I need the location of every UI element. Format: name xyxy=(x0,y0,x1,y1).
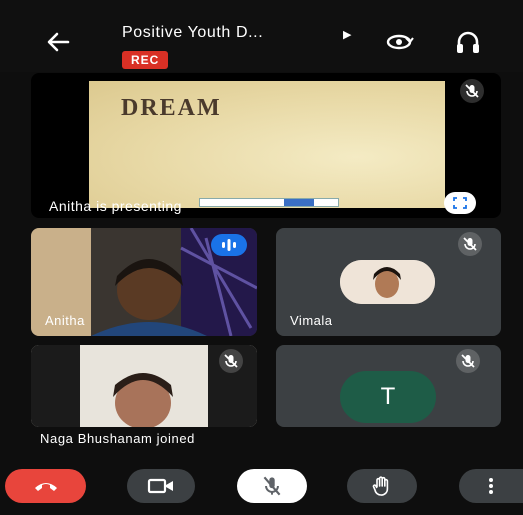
raise-hand-icon xyxy=(372,476,389,496)
mic-off-icon xyxy=(219,349,243,373)
recording-badge: REC xyxy=(122,51,169,69)
back-button[interactable] xyxy=(44,30,72,54)
more-options-button[interactable] xyxy=(459,469,523,503)
top-bar: Positive Youth D... ▶ REC xyxy=(0,0,523,72)
notification-text: Naga Bhushanam joined xyxy=(40,431,195,446)
participant-tile-anitha[interactable]: Anitha xyxy=(31,228,257,336)
mic-toggle-button[interactable] xyxy=(237,469,307,503)
mic-off-icon xyxy=(460,79,484,103)
headphones-icon xyxy=(457,31,479,53)
slide-toolbar xyxy=(199,198,339,207)
speaking-indicator-icon xyxy=(211,234,247,256)
audio-output-button[interactable] xyxy=(454,29,482,55)
chevron-right-icon[interactable]: ▶ xyxy=(343,28,351,41)
avatar xyxy=(340,260,435,304)
avatar: T xyxy=(340,371,436,423)
presenting-label: Anitha is presenting xyxy=(49,198,182,214)
participant-tile-t[interactable]: T xyxy=(276,345,501,427)
fullscreen-button[interactable] xyxy=(444,192,476,214)
slide-title: DREAM xyxy=(121,95,222,121)
mic-off-icon xyxy=(456,349,480,373)
participant-tile-vimala[interactable]: Vimala xyxy=(276,228,501,336)
video-camera-icon xyxy=(147,478,173,494)
fullscreen-icon xyxy=(453,197,467,209)
raise-hand-button[interactable] xyxy=(347,469,417,503)
more-vertical-icon xyxy=(489,478,493,494)
shared-slide: DREAM xyxy=(89,81,445,208)
presentation-tile[interactable]: DREAM Anitha is presenting xyxy=(31,73,501,218)
mic-off-icon xyxy=(458,232,482,256)
switch-camera-button[interactable] xyxy=(384,30,414,54)
join-notification: Naga Bhushanam joined xyxy=(31,427,501,451)
arrow-left-icon xyxy=(47,32,70,52)
switch-camera-icon xyxy=(386,34,414,50)
participant-name: Anitha xyxy=(45,313,85,328)
mic-off-icon xyxy=(263,476,281,496)
phone-hangup-icon xyxy=(34,483,57,491)
participant-name: Vimala xyxy=(290,313,333,328)
camera-toggle-button[interactable] xyxy=(127,469,195,503)
end-call-button[interactable] xyxy=(5,469,86,503)
call-controls xyxy=(0,456,523,515)
participant-tile[interactable] xyxy=(31,345,257,427)
meeting-title[interactable]: Positive Youth D... xyxy=(122,24,263,42)
